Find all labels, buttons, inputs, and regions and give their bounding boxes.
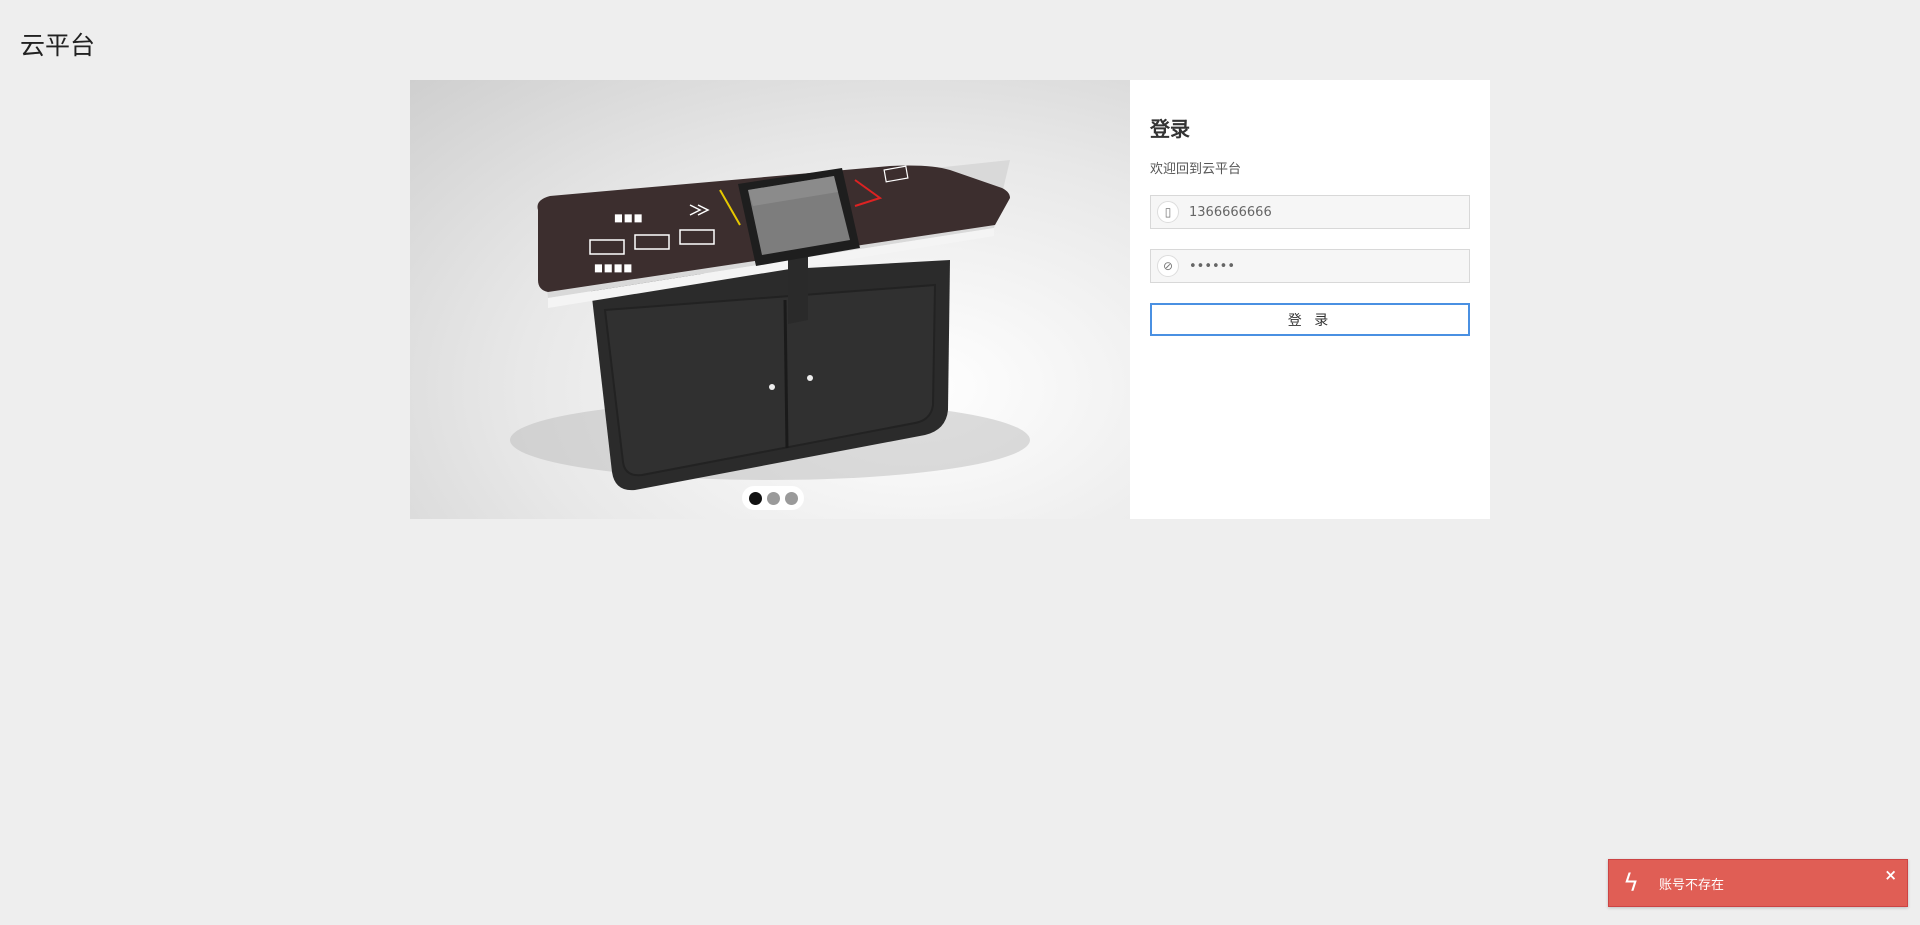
- phone-field: ▯: [1150, 195, 1470, 229]
- product-carousel[interactable]: ▆ ▆ ▆ ▆ ▆ ▆ ▆: [410, 80, 1130, 519]
- login-container: ▆ ▆ ▆ ▆ ▆ ▆ ▆ 登录 欢迎回到云平台 ▯ ⊘: [410, 80, 1490, 519]
- login-title: 登录: [1150, 117, 1190, 141]
- lightning-icon: ϟ: [1623, 869, 1639, 897]
- login-button[interactable]: 登 录: [1150, 303, 1470, 336]
- login-form: 登录 欢迎回到云平台 ▯ ⊘ 登 录: [1130, 80, 1490, 519]
- carousel-dot-3[interactable]: [784, 491, 798, 505]
- kiosk-image: ▆ ▆ ▆ ▆ ▆ ▆ ▆: [510, 160, 1030, 491]
- phone-icon: ▯: [1157, 201, 1179, 223]
- toast-message: 账号不存在: [1659, 877, 1725, 893]
- phone-input[interactable]: [1187, 196, 1469, 228]
- app-title: 云平台: [20, 31, 96, 60]
- carousel-dot-2[interactable]: [766, 491, 780, 505]
- error-toast: ϟ 账号不存在 ×: [1608, 859, 1908, 907]
- eye-off-icon[interactable]: ⊘: [1157, 255, 1179, 277]
- svg-text:▆ ▆ ▆ ▆: ▆ ▆ ▆ ▆: [594, 263, 632, 273]
- close-icon[interactable]: ×: [1884, 866, 1897, 884]
- password-field: ⊘: [1150, 249, 1470, 283]
- svg-text:▆ ▆ ▆: ▆ ▆ ▆: [614, 213, 643, 223]
- password-input[interactable]: [1187, 250, 1469, 282]
- carousel-dot-1[interactable]: [748, 491, 762, 505]
- welcome-text: 欢迎回到云平台: [1150, 162, 1242, 177]
- carousel-indicators: [742, 486, 804, 510]
